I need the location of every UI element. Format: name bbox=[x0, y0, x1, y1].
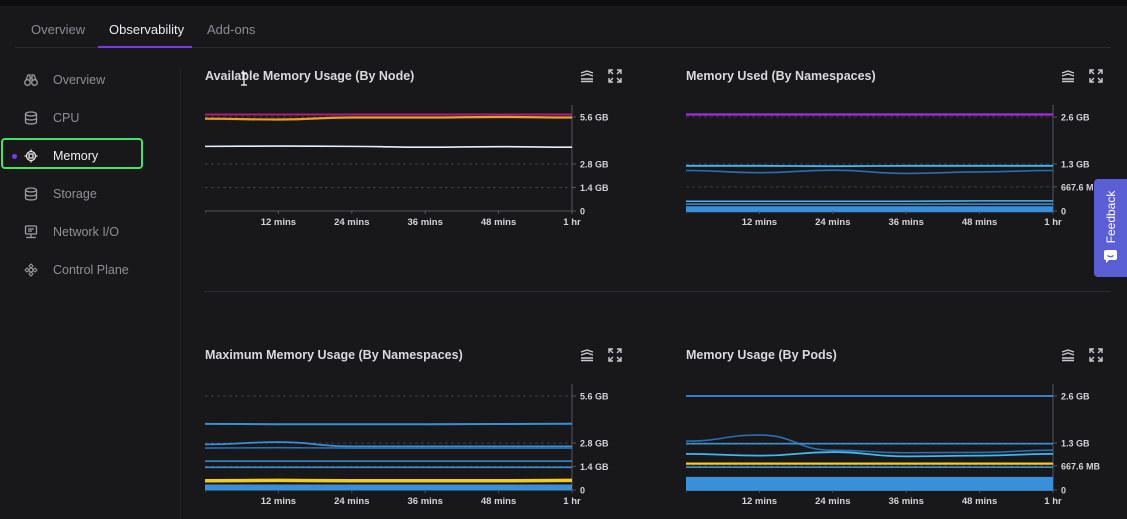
series-line bbox=[686, 169, 1054, 175]
chart-area: 12 mins 24 mins 36 mins 48 mins 1 hr0 1.4 GB 2… bbox=[205, 384, 609, 507]
x-tick-label: 12 mins bbox=[261, 217, 296, 228]
panel-maximum-memory-by-namespaces: Maximum Memory Usage (By Namespaces) 12 … bbox=[205, 348, 625, 518]
chart-area: 12 mins 24 mins 36 mins 48 mins 1 hr0667.6 M… bbox=[686, 105, 1101, 228]
tab-add-ons[interactable]: Add-ons bbox=[207, 22, 255, 37]
x-tick-label: 12 mins bbox=[261, 496, 296, 507]
network-icon bbox=[24, 225, 38, 239]
x-tick-label: 24 mins bbox=[815, 217, 850, 228]
x-tick-label: 1 hr bbox=[1044, 496, 1062, 507]
x-tick-label: 36 mins bbox=[408, 217, 443, 228]
panel-memory-used-by-namespaces: Memory Used (By Namespaces) 12 mins 24 mi… bbox=[686, 69, 1106, 239]
y-tick-label: 1.3 GB bbox=[1061, 439, 1090, 449]
sidebar-item-storage[interactable]: Storage bbox=[0, 178, 180, 210]
expand-icon[interactable] bbox=[608, 69, 622, 83]
y-tick-label: 0 bbox=[1061, 207, 1066, 217]
panel-title: Memory Usage (By Pods) bbox=[686, 348, 837, 362]
y-tick-label: 2.6 GB bbox=[1061, 392, 1090, 402]
database-icon bbox=[24, 111, 38, 125]
y-tick-label: 1.3 GB bbox=[1061, 160, 1090, 170]
tab-overview[interactable]: Overview bbox=[31, 22, 85, 37]
tab-observability[interactable]: Observability bbox=[109, 22, 184, 37]
database-icon bbox=[24, 187, 38, 201]
sidebar-item-cpu[interactable]: CPU bbox=[0, 102, 180, 134]
x-tick-label: 12 mins bbox=[742, 217, 777, 228]
x-tick-label: 24 mins bbox=[334, 217, 369, 228]
y-tick-label: 2.8 GB bbox=[580, 439, 609, 449]
text-cursor-icon bbox=[241, 72, 247, 86]
x-tick-label: 48 mins bbox=[481, 496, 516, 507]
y-tick-label: 2.6 GB bbox=[1061, 113, 1090, 123]
sidebar-item-control-plane[interactable]: Control Plane bbox=[0, 254, 180, 286]
chart-area: 12 mins 24 mins 36 mins 48 mins 1 hr0 1.4 GB 2… bbox=[205, 105, 609, 228]
series-line bbox=[205, 422, 573, 426]
memory-chip-icon bbox=[24, 149, 38, 163]
chat-bubble-icon bbox=[1104, 250, 1117, 263]
feedback-button[interactable]: Feedback bbox=[1094, 179, 1127, 277]
y-tick-label: 1.4 GB bbox=[580, 183, 609, 193]
stack-icon[interactable] bbox=[1061, 69, 1075, 83]
top-strip bbox=[0, 0, 1127, 6]
expand-icon[interactable] bbox=[1089, 69, 1103, 83]
feedback-label: Feedback bbox=[1104, 190, 1118, 244]
panel-title: Available Memory Usage (By Node) bbox=[205, 69, 415, 83]
sidebar-item-label: Control Plane bbox=[53, 263, 129, 277]
sidebar-item-label: CPU bbox=[53, 111, 80, 125]
y-tick-label: 0 bbox=[580, 486, 585, 496]
x-tick-label: 1 hr bbox=[563, 496, 581, 507]
sidebar-item-network-io[interactable]: Network I/O bbox=[0, 216, 180, 248]
expand-icon[interactable] bbox=[608, 348, 622, 362]
stack-icon[interactable] bbox=[580, 348, 594, 362]
sidebar-item-overview[interactable]: Overview bbox=[0, 64, 180, 96]
panel-available-memory-by-node: Available Memory Usage (By Node) 12 mins… bbox=[205, 69, 625, 239]
panel-title: Maximum Memory Usage (By Namespaces) bbox=[205, 348, 463, 362]
y-tick-label: 5.6 GB bbox=[580, 392, 609, 402]
sidebar-item-memory[interactable]: Memory bbox=[0, 140, 180, 172]
series-line bbox=[205, 145, 573, 149]
x-tick-label: 1 hr bbox=[563, 217, 581, 228]
active-tab-underline bbox=[98, 46, 192, 48]
sidebar-item-label: Memory bbox=[53, 149, 99, 163]
x-tick-label: 48 mins bbox=[962, 217, 997, 228]
x-tick-label: 24 mins bbox=[334, 496, 369, 507]
x-tick-label: 24 mins bbox=[815, 496, 850, 507]
x-tick-label: 36 mins bbox=[889, 496, 924, 507]
y-tick-label: 5.6 GB bbox=[580, 113, 609, 123]
tab-bar: Overview Observability Add-ons bbox=[15, 14, 1110, 48]
x-tick-label: 36 mins bbox=[408, 496, 443, 507]
chart-area: 12 mins 24 mins 36 mins 48 mins 1 hr0 667.6 M… bbox=[686, 384, 1101, 507]
stack-icon[interactable] bbox=[1061, 348, 1075, 362]
panel-title: Memory Used (By Namespaces) bbox=[686, 69, 876, 83]
x-tick-label: 48 mins bbox=[962, 496, 997, 507]
sidebar-item-label: Overview bbox=[53, 73, 106, 87]
x-tick-label: 36 mins bbox=[889, 217, 924, 228]
sidebar-item-label: Storage bbox=[53, 187, 97, 201]
y-tick-label: 1.4 GB bbox=[580, 462, 609, 472]
control-plane-icon bbox=[24, 263, 38, 277]
x-tick-label: 48 mins bbox=[481, 217, 516, 228]
y-tick-label: 667.6 MB bbox=[1061, 461, 1101, 471]
stack-icon[interactable] bbox=[580, 69, 594, 83]
y-tick-label: 0 bbox=[580, 207, 585, 217]
x-tick-label: 1 hr bbox=[1044, 217, 1062, 228]
series-line bbox=[205, 441, 572, 448]
sidebar-divider bbox=[180, 68, 181, 519]
y-tick-label: 0 bbox=[1061, 486, 1066, 496]
section-divider bbox=[204, 291, 1110, 292]
active-indicator-dot bbox=[12, 154, 17, 159]
x-tick-label: 12 mins bbox=[742, 496, 777, 507]
sidebar: Overview CPU Memory Storage Network I/O bbox=[0, 62, 180, 519]
sidebar-item-label: Network I/O bbox=[53, 225, 119, 239]
expand-icon[interactable] bbox=[1089, 348, 1103, 362]
panel-memory-usage-by-pods: Memory Usage (By Pods) 12 mins 24 mins 36 … bbox=[686, 348, 1106, 518]
y-tick-label: 2.8 GB bbox=[580, 160, 609, 170]
binoculars-icon bbox=[24, 74, 38, 86]
